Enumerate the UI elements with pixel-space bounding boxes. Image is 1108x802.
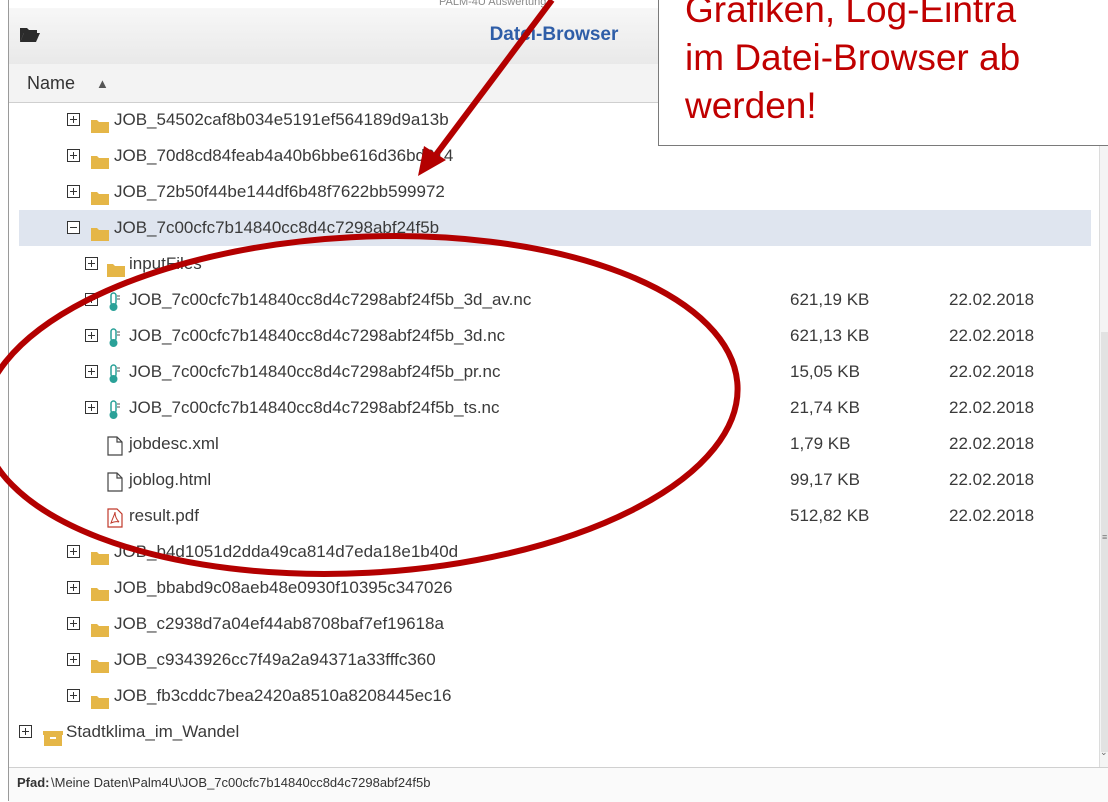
callout-line-3: werden! <box>685 85 817 126</box>
highlight-ellipse <box>0 233 741 577</box>
annotation-callout: Grafiken, Log-Einträ im Datei-Browser ab… <box>658 0 1108 146</box>
callout-line-2: im Datei-Browser ab <box>685 37 1021 78</box>
callout-line-1: Grafiken, Log-Einträ <box>685 0 1017 30</box>
annotation-arrow-line <box>429 0 555 162</box>
